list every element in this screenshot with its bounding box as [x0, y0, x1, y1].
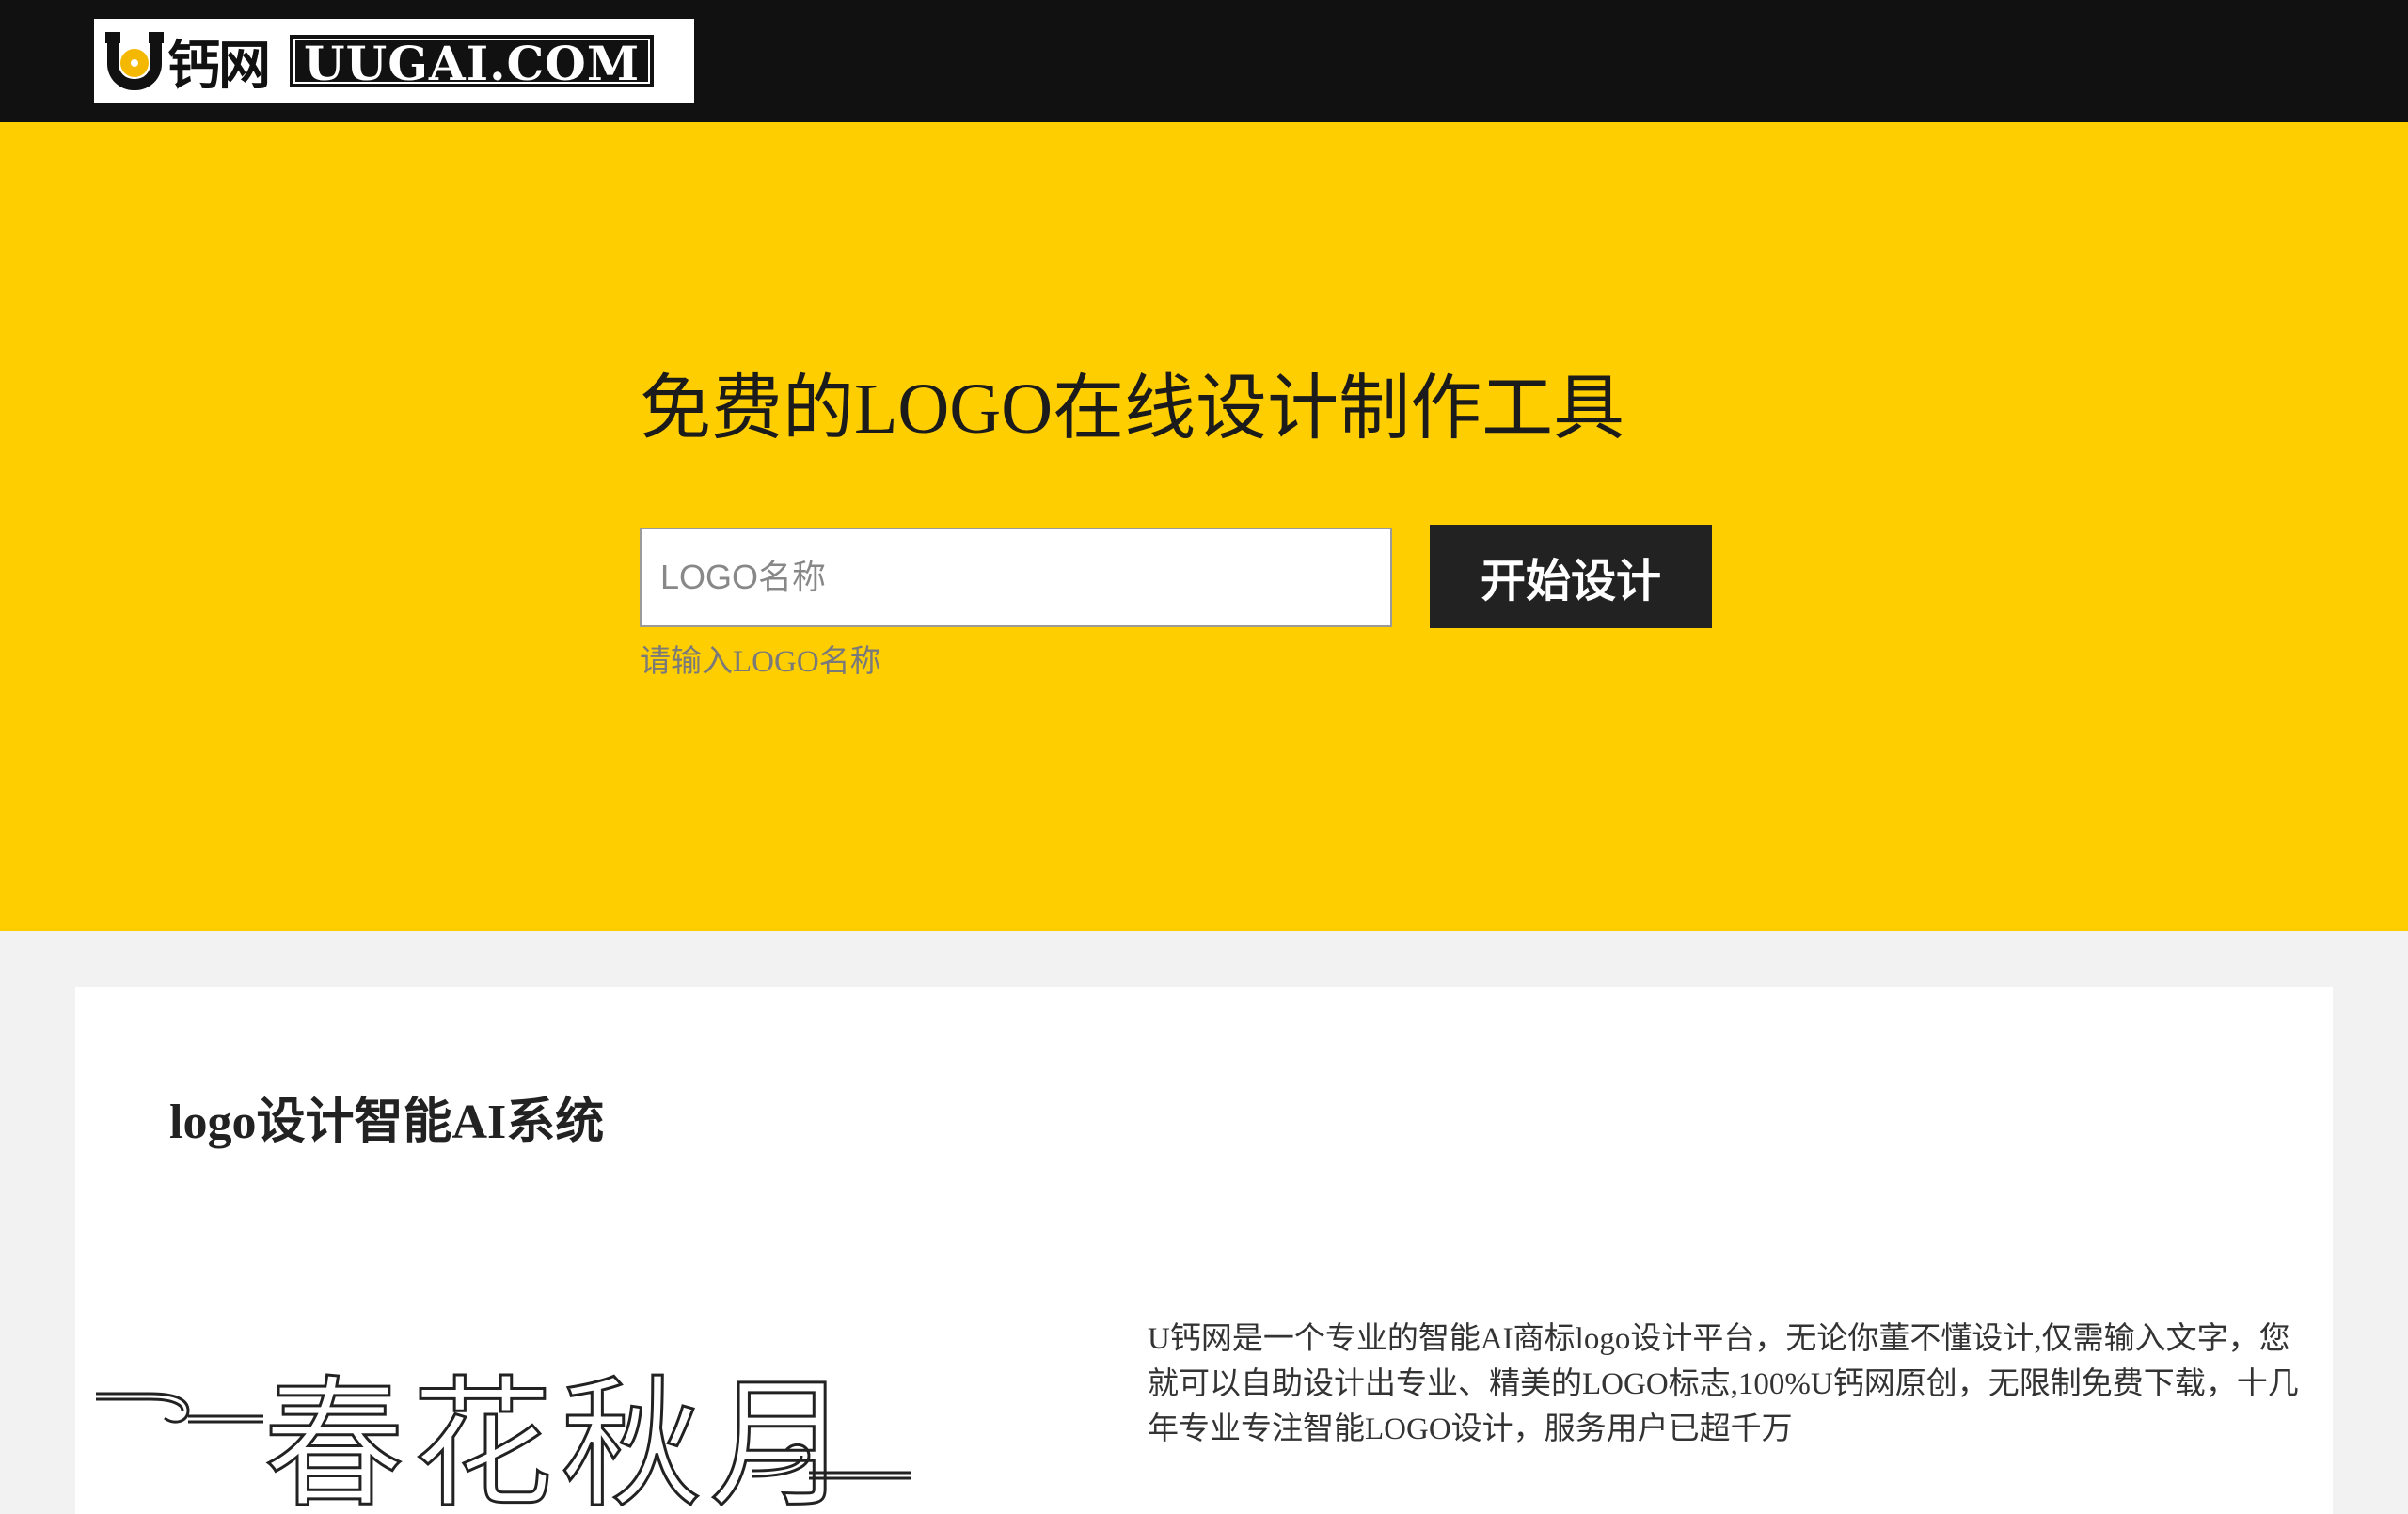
sample-logo-text: 春花秋月 — [263, 1364, 858, 1514]
logo-brand-cn: 钙网 — [167, 34, 271, 97]
section-title: logo设计智能AI系统 — [169, 1096, 605, 1149]
gear-u-icon — [105, 32, 164, 90]
start-design-button[interactable]: 开始设计 — [1430, 525, 1712, 628]
top-navbar: 钙网 UUGAI.COM — [0, 0, 2408, 122]
site-logo[interactable]: 钙网 UUGAI.COM — [94, 19, 694, 103]
section-description: U钙网是一个专业的智能AI商标logo设计平台，无论你董不懂设计,仅需输入文字，… — [1148, 1322, 2299, 1446]
hero-section: 免费的LOGO在线设计制作工具 开始设计 请输入LOGO名称 — [0, 122, 2408, 931]
feature-card: logo设计智能AI系统 春花秋月 U钙网是一个专业的智能AI商标logo设计平… — [75, 987, 2333, 1514]
logo-name-input[interactable] — [640, 528, 1392, 627]
input-hint: 请输入LOGO名称 — [640, 645, 881, 679]
logo-wordmark: 钙网 — [105, 32, 271, 97]
logo-brand-domain: UUGAI.COM — [290, 35, 655, 90]
sample-logo-artwork: 春花秋月 — [96, 1363, 911, 1514]
hero-title: 免费的LOGO在线设计制作工具 — [640, 370, 1625, 449]
